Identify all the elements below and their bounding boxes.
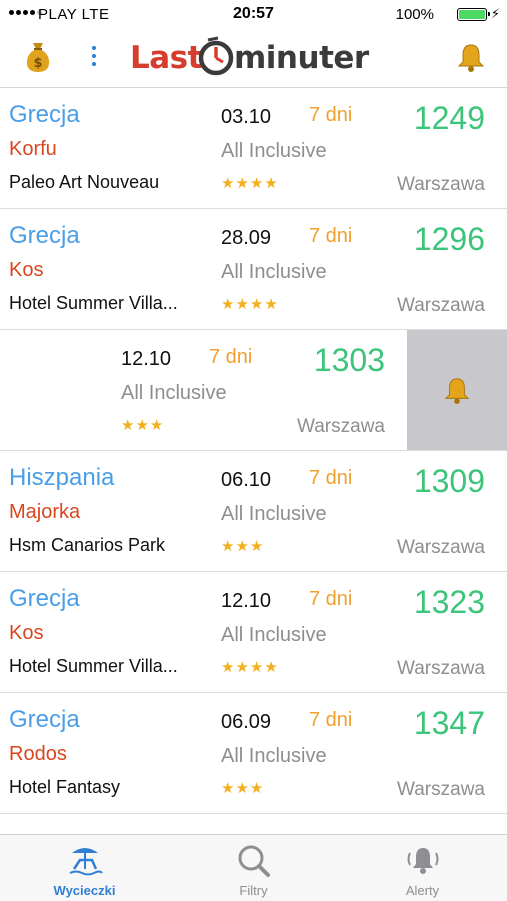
charging-icon: ⚡ <box>490 6 500 21</box>
departure-city: Warszawa <box>397 295 485 316</box>
clock-logo-icon <box>198 36 234 76</box>
tab-alerty[interactable]: Alerty <box>338 835 507 901</box>
more-vertical-icon[interactable] <box>90 44 98 68</box>
offer-country: Hiszpania <box>9 464 115 491</box>
offer-board: All Inclusive <box>221 261 327 283</box>
tab-label: Wycieczki <box>53 883 116 898</box>
svg-text:$: $ <box>33 56 42 71</box>
star-rating: ★★★ <box>221 780 265 797</box>
offer-board: All Inclusive <box>221 624 327 646</box>
departure-city: Warszawa <box>397 174 485 195</box>
bell-icon <box>444 378 470 404</box>
offer-country: Grecja <box>9 706 80 733</box>
offer-row-content: 12.10 7 dni All Inclusive ★★★ 1303 Warsz… <box>0 330 407 450</box>
offer-board: All Inclusive <box>221 745 327 767</box>
offer-hotel: Hotel Fantasy <box>9 777 121 797</box>
offer-hotel: Hotel Summer Villa... <box>9 293 178 313</box>
offer-duration: 7 dni <box>309 709 353 731</box>
departure-city: Warszawa <box>397 537 485 558</box>
star-rating: ★★★ <box>121 417 165 434</box>
offer-duration: 7 dni <box>209 346 253 368</box>
offer-region: Kos <box>9 622 44 644</box>
star-rating: ★★★★ <box>221 659 279 676</box>
offer-price: 1296 <box>413 221 485 257</box>
tab-label: Alerty <box>405 883 440 898</box>
tab-label: Filtry <box>239 883 268 898</box>
offer-board: All Inclusive <box>121 382 227 404</box>
offer-hotel: Paleo Art Nouveau <box>9 172 160 192</box>
offer-hotel: Hotel Summer Villa... <box>9 656 178 676</box>
money-bag-icon[interactable]: $ <box>24 40 52 74</box>
offer-list[interactable]: Grecja Korfu Paleo Art Nouveau 03.10 7 d… <box>0 88 507 834</box>
offer-board: All Inclusive <box>221 140 327 162</box>
offer-date: 03.10 <box>221 106 272 128</box>
offer-region: Kos <box>9 259 44 281</box>
offer-date: 06.10 <box>221 469 272 491</box>
departure-city: Warszawa <box>397 779 485 800</box>
offer-price: 1303 <box>313 342 385 378</box>
offer-region: Rodos <box>9 743 67 765</box>
bell-ringing-icon <box>407 848 439 874</box>
star-rating: ★★★★ <box>221 296 279 313</box>
offer-duration: 7 dni <box>309 467 353 489</box>
offer-price: 1309 <box>413 463 485 499</box>
add-alert-button[interactable] <box>407 330 507 450</box>
offer-duration: 7 dni <box>309 225 353 247</box>
offer-hotel: Hsm Canarios Park <box>9 535 166 555</box>
offer-date: 06.09 <box>221 711 272 733</box>
departure-city: Warszawa <box>397 658 485 679</box>
offer-duration: 7 dni <box>309 104 353 126</box>
offer-row[interactable]: Grecja Kos Hotel Summer Villa... 28.09 7… <box>0 209 507 330</box>
offer-row[interactable]: Hiszpania Majorka Hsm Canarios Park 06.1… <box>0 451 507 572</box>
offer-price: 1347 <box>413 705 485 741</box>
search-icon <box>238 845 270 877</box>
offer-price: 1249 <box>413 100 485 136</box>
offer-region: Majorka <box>9 501 81 523</box>
tab-filtry[interactable]: Filtry <box>169 835 338 901</box>
bell-icon[interactable] <box>457 42 485 72</box>
star-rating: ★★★ <box>221 538 265 555</box>
beach-chair-icon <box>69 848 103 876</box>
offer-row-swiped[interactable]: 12.10 7 dni All Inclusive ★★★ 1303 Warsz… <box>0 330 507 451</box>
offer-date: 12.10 <box>221 590 272 612</box>
tab-wycieczki[interactable]: Wycieczki <box>0 835 169 901</box>
offer-row[interactable]: Grecja Korfu Paleo Art Nouveau 03.10 7 d… <box>0 88 507 209</box>
offer-date: 12.10 <box>121 348 172 370</box>
offer-board: All Inclusive <box>221 503 327 525</box>
battery-icon <box>457 8 490 21</box>
status-bar: PLAY LTE 20:57 100% ⚡ <box>0 0 507 30</box>
offer-country: Grecja <box>9 585 80 612</box>
offer-country: Grecja <box>9 222 80 249</box>
offer-row[interactable]: Grecja Kos Hotel Summer Villa... 12.10 7… <box>0 572 507 693</box>
app-logo: Last minuter <box>130 36 376 82</box>
offer-date: 28.09 <box>221 227 272 249</box>
offer-country: Grecja <box>9 101 80 128</box>
offer-row[interactable]: Grecja Rodos Hotel Fantasy 06.09 7 dni A… <box>0 693 507 814</box>
offer-region: Korfu <box>9 138 57 160</box>
battery-percentage: 100% <box>395 6 434 23</box>
tab-bar: Wycieczki Filtry Alerty <box>0 834 507 901</box>
logo-text-last: Last <box>130 40 202 76</box>
navigation-bar: $ Last minuter <box>0 30 507 88</box>
logo-text-minuter: minuter <box>234 40 369 76</box>
offer-row-partial[interactable] <box>0 814 507 834</box>
departure-city: Warszawa <box>297 416 385 437</box>
offer-duration: 7 dni <box>309 588 353 610</box>
offer-price: 1323 <box>413 584 485 620</box>
star-rating: ★★★★ <box>221 175 279 192</box>
